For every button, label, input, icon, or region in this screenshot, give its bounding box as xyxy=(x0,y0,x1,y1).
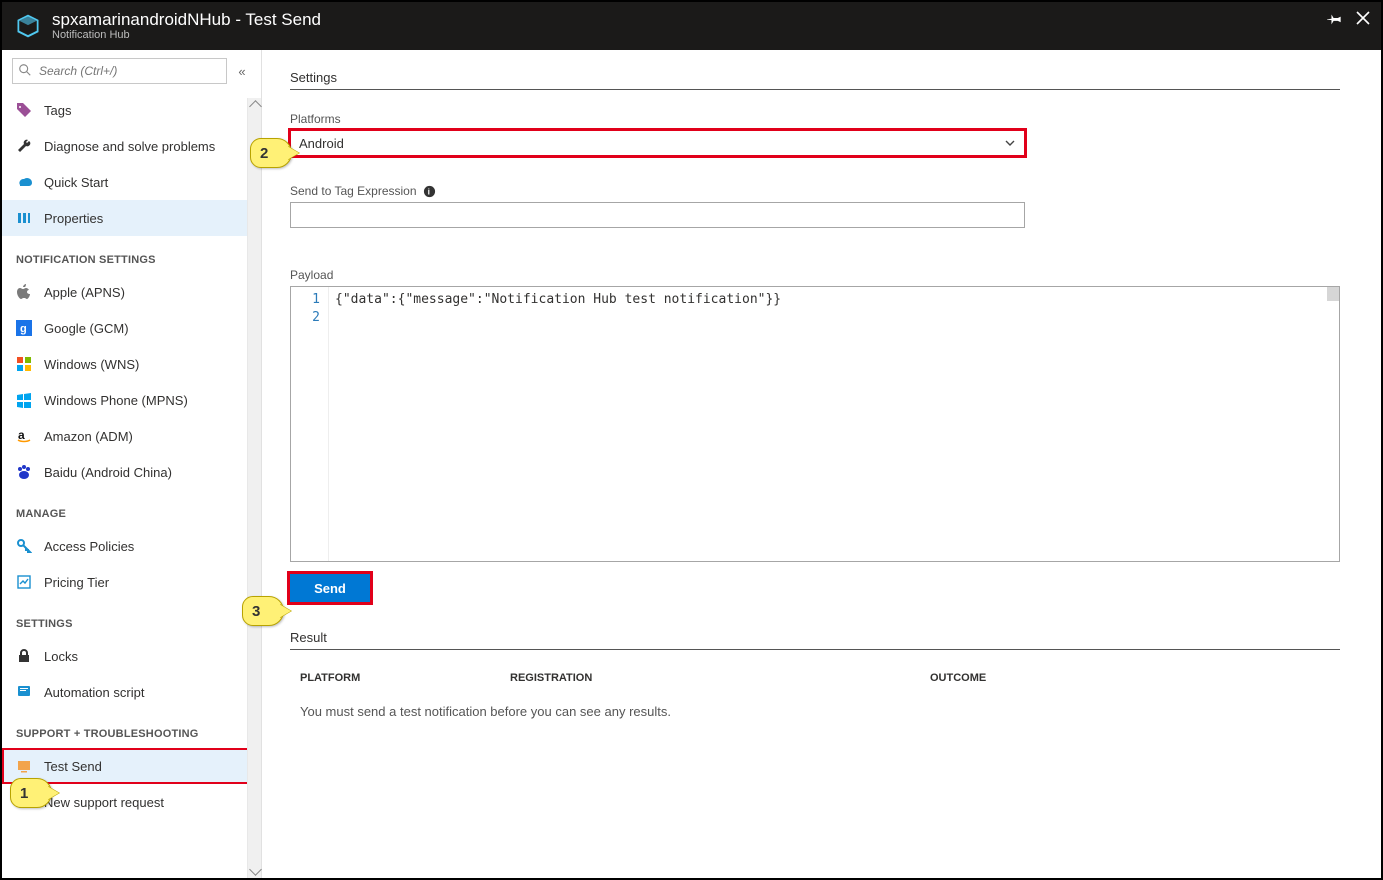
main-pane: Settings Platforms Android Send to Tag E… xyxy=(262,50,1381,878)
windows-icon xyxy=(16,356,32,372)
google-icon: g xyxy=(16,320,32,336)
annotation-callout-3: 3 xyxy=(242,596,284,626)
sidebar-item-label: Diagnose and solve problems xyxy=(44,139,215,154)
sidebar-item-label: Pricing Tier xyxy=(44,575,109,590)
properties-icon xyxy=(16,210,32,226)
blade-title: spxamarinandroidNHub - Test Send xyxy=(52,11,321,30)
settings-heading: Settings xyxy=(290,70,1340,90)
send-button[interactable]: Send xyxy=(290,574,370,602)
svg-text:g: g xyxy=(20,323,27,335)
sidebar-item-label: Tags xyxy=(44,103,71,118)
svg-text:i: i xyxy=(427,186,429,196)
sidebar-item-baidu[interactable]: Baidu (Android China) xyxy=(2,454,261,490)
info-icon[interactable]: i xyxy=(423,185,436,198)
windows-phone-icon xyxy=(16,392,32,408)
tags-icon xyxy=(16,102,32,118)
script-icon xyxy=(16,684,32,700)
sidebar-item-amazon[interactable]: a Amazon (ADM) xyxy=(2,418,261,454)
section-support: SUPPORT + TROUBLESHOOTING xyxy=(2,710,261,748)
sidebar-item-label: Properties xyxy=(44,211,103,226)
sidebar-item-label: Test Send xyxy=(44,759,102,774)
col-registration: REGISTRATION xyxy=(510,672,930,684)
col-outcome: OUTCOME xyxy=(930,672,986,684)
sidebar-item-label: Quick Start xyxy=(44,175,108,190)
section-settings: SETTINGS xyxy=(2,600,261,638)
search-input[interactable] xyxy=(12,58,227,84)
payload-editor[interactable]: 12 {"data":{"message":"Notification Hub … xyxy=(290,286,1340,562)
platforms-label: Platforms xyxy=(290,112,1353,126)
sidebar-item-label: Apple (APNS) xyxy=(44,285,125,300)
sidebar: « Tags Diagnose and solve problems Quick… xyxy=(2,50,262,878)
baidu-icon xyxy=(16,464,32,480)
sidebar-item-properties[interactable]: Properties xyxy=(2,200,261,236)
section-notification-settings: NOTIFICATION SETTINGS xyxy=(2,236,261,274)
amazon-icon: a xyxy=(16,428,32,444)
sidebar-item-label: Windows Phone (MPNS) xyxy=(44,393,188,408)
section-manage: MANAGE xyxy=(2,490,261,528)
tag-expression-label: Send to Tag Expression i xyxy=(290,184,1353,198)
col-platform: PLATFORM xyxy=(300,672,510,684)
pricing-icon xyxy=(16,574,32,590)
platforms-value: Android xyxy=(299,136,344,151)
sidebar-item-label: Automation script xyxy=(44,685,144,700)
collapse-sidebar-icon[interactable]: « xyxy=(233,64,251,79)
sidebar-item-windows[interactable]: Windows (WNS) xyxy=(2,346,261,382)
sidebar-item-wp[interactable]: Windows Phone (MPNS) xyxy=(2,382,261,418)
result-table-header: PLATFORM REGISTRATION OUTCOME xyxy=(290,666,1353,690)
search-icon xyxy=(18,63,32,77)
sidebar-item-label: Access Policies xyxy=(44,539,134,554)
key-icon xyxy=(16,538,32,554)
sidebar-item-diagnose[interactable]: Diagnose and solve problems xyxy=(2,128,261,164)
sidebar-scrollbar[interactable] xyxy=(247,98,261,878)
wrench-icon xyxy=(16,138,32,154)
chevron-down-icon xyxy=(1004,137,1016,149)
result-heading: Result xyxy=(290,630,1340,650)
test-send-icon xyxy=(16,758,32,774)
sidebar-item-automation[interactable]: Automation script xyxy=(2,674,261,710)
sidebar-item-label: Baidu (Android China) xyxy=(44,465,172,480)
blade-header: spxamarinandroidNHub - Test Send Notific… xyxy=(2,2,1381,50)
payload-code: {"data":{"message":"Notification Hub tes… xyxy=(329,287,787,561)
sidebar-item-label: Locks xyxy=(44,649,78,664)
annotation-callout-2: 2 xyxy=(250,138,292,168)
sidebar-item-tags[interactable]: Tags xyxy=(2,92,261,128)
annotation-callout-1: 1 xyxy=(10,778,52,808)
editor-gutter: 12 xyxy=(291,287,329,561)
tag-expression-input[interactable] xyxy=(290,202,1025,228)
payload-label: Payload xyxy=(290,268,1353,282)
sidebar-item-locks[interactable]: Locks xyxy=(2,638,261,674)
apple-icon xyxy=(16,284,32,300)
sidebar-item-apple[interactable]: Apple (APNS) xyxy=(2,274,261,310)
blade-subtitle: Notification Hub xyxy=(52,29,321,41)
platforms-select[interactable]: Android xyxy=(290,130,1025,156)
lock-icon xyxy=(16,648,32,664)
pin-icon[interactable] xyxy=(1327,10,1345,28)
hub-cube-icon xyxy=(14,12,42,40)
sidebar-item-google[interactable]: g Google (GCM) xyxy=(2,310,261,346)
sidebar-item-label: Windows (WNS) xyxy=(44,357,139,372)
sidebar-item-label: New support request xyxy=(44,795,164,810)
search-input-wrapper xyxy=(12,58,227,84)
cloud-rocket-icon xyxy=(16,174,32,190)
sidebar-item-access-policies[interactable]: Access Policies xyxy=(2,528,261,564)
sidebar-item-quickstart[interactable]: Quick Start xyxy=(2,164,261,200)
tag-expression-label-text: Send to Tag Expression xyxy=(290,184,417,198)
result-empty-message: You must send a test notification before… xyxy=(290,690,1353,733)
sidebar-item-pricing[interactable]: Pricing Tier xyxy=(2,564,261,600)
sidebar-item-label: Google (GCM) xyxy=(44,321,129,336)
sidebar-item-label: Amazon (ADM) xyxy=(44,429,133,444)
close-icon[interactable] xyxy=(1355,10,1373,28)
